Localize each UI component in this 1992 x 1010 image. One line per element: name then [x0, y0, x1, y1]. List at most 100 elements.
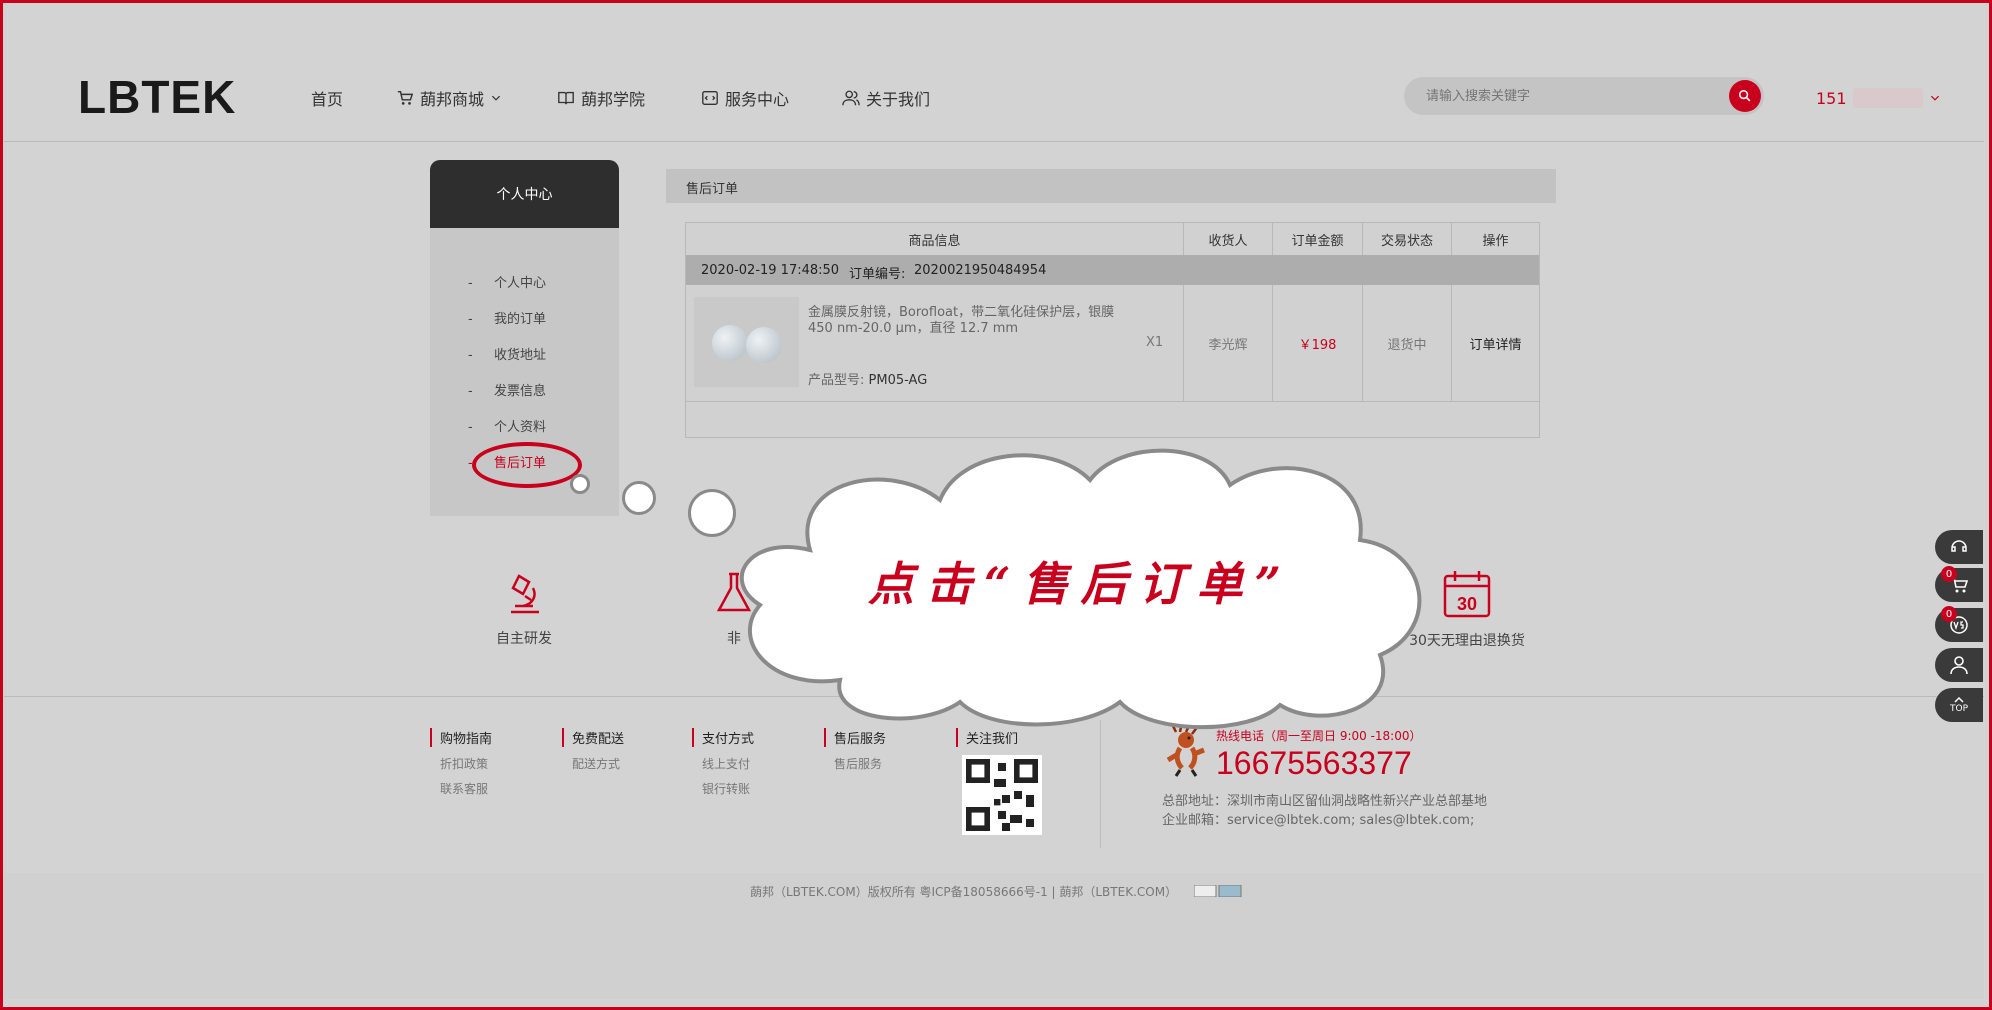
- copyright-bar: 蓢邦（LBTEK.COM）版权所有 粤ICP备18058666号-1 | 蓢邦（…: [4, 873, 1984, 999]
- chevron-down-icon: [491, 95, 501, 101]
- nav-service-label: 服务中心: [725, 90, 790, 109]
- sidebar-item-address[interactable]: - 收货地址: [468, 344, 546, 363]
- customer-service-button[interactable]: [1935, 530, 1983, 564]
- sidebar-item-orders[interactable]: - 我的订单: [468, 308, 546, 327]
- highlight-circle: [472, 442, 582, 488]
- dash-marker: -: [468, 348, 473, 363]
- footer-link[interactable]: 线上支付: [692, 755, 754, 772]
- product-image-shape: [712, 325, 748, 361]
- footer-col-title: 支付方式: [692, 728, 754, 747]
- order-detail-link[interactable]: 订单详情: [1452, 285, 1539, 401]
- sidebar-item-account[interactable]: - 个人中心: [468, 272, 546, 291]
- cart-button[interactable]: 0: [1935, 566, 1983, 602]
- nav-shop[interactable]: 蓢邦商城: [396, 86, 502, 110]
- compare-button[interactable]: 0: [1935, 606, 1983, 642]
- sidebar-item-label: 收货地址: [494, 348, 547, 363]
- nav-home[interactable]: 首页: [311, 86, 343, 110]
- sidebar-item-profile[interactable]: - 个人资料: [468, 416, 546, 435]
- microscope-icon: [511, 574, 539, 614]
- footer-col-title: 免费配送: [562, 728, 624, 747]
- account-button[interactable]: [1935, 648, 1983, 682]
- nav-academy[interactable]: 蓢邦学院: [557, 86, 645, 110]
- address-line: 总部地址：深圳市南山区留仙洞战略性新兴产业总部基地: [1162, 794, 1488, 809]
- calendar-day: 30: [1457, 594, 1477, 614]
- feature-rd: 自主研发: [474, 568, 574, 648]
- footer-col-payment: 支付方式 线上支付 银行转账: [692, 728, 754, 805]
- section-header: 售后订单: [666, 169, 1556, 203]
- nav-home-label: 首页: [311, 90, 344, 109]
- footer-divider: [1100, 720, 1101, 848]
- receiver-cell: 李光辉: [1184, 285, 1273, 401]
- back-to-top-button[interactable]: TOP: [1935, 688, 1983, 722]
- hotline-number[interactable]: 16675563377: [1216, 745, 1412, 782]
- nav-about-label: 关于我们: [866, 90, 931, 109]
- footer-col-title: 售后服务: [824, 728, 886, 747]
- col-status: 交易状态: [1363, 223, 1452, 255]
- nav-academy-label: 蓢邦学院: [581, 90, 646, 109]
- user-menu[interactable]: 151: [1816, 88, 1941, 108]
- product-thumbnail[interactable]: [694, 297, 799, 387]
- product-quantity: X1: [1146, 335, 1164, 350]
- footer-link[interactable]: 配送方式: [562, 755, 624, 772]
- search-box: [1404, 77, 1764, 115]
- sidebar-item-label: 个人资料: [494, 420, 547, 435]
- order-number: 2020021950484954: [914, 263, 1047, 278]
- product-cell: 金属膜反射镜，Borofloat，带二氧化硅保护层，银膜 450 nm-20.0…: [686, 285, 1184, 401]
- cart-icon: [397, 90, 414, 105]
- search-input[interactable]: [1424, 87, 1708, 104]
- qr-code-icon[interactable]: [962, 755, 1042, 835]
- user-icon: [1950, 656, 1968, 675]
- callout-bubble: [622, 481, 656, 515]
- col-action: 操作: [1482, 233, 1509, 249]
- sidebar-item-label: 个人中心: [494, 276, 547, 291]
- footer-link[interactable]: 售后服务: [824, 755, 886, 772]
- nav-service[interactable]: 服务中心: [701, 86, 789, 110]
- sidebar-item-invoice[interactable]: - 发票信息: [468, 380, 546, 399]
- order-header: 2020-02-19 17:48:50 订单编号: 20200219504849…: [686, 255, 1539, 285]
- chevron-down-icon: [1930, 95, 1939, 101]
- page-title: 售后订单: [686, 182, 739, 197]
- order-datetime: 2020-02-19 17:48:50: [701, 263, 840, 278]
- copyright-text: 蓢邦（LBTEK.COM）版权所有 粤ICP备18058666号-1 | 蓢邦（…: [750, 885, 1178, 899]
- amount-cell: ￥198: [1273, 285, 1363, 401]
- dash-marker: -: [468, 420, 473, 435]
- search-button[interactable]: [1729, 80, 1761, 112]
- top-label: TOP: [1949, 704, 1968, 714]
- status-cell: 退货中: [1363, 285, 1452, 401]
- cnzz-badge-icon[interactable]: [1194, 885, 1242, 897]
- service-icon: [702, 91, 718, 105]
- chevron-up-icon: [1954, 696, 1964, 703]
- nav-about[interactable]: 关于我们: [842, 86, 930, 110]
- footer-col-delivery: 免费配送 配送方式: [562, 728, 624, 780]
- footer-col-guide: 购物指南 折扣政策 联系客服: [430, 728, 492, 805]
- model-label: 产品型号:: [808, 373, 865, 388]
- orders-table: 商品信息 收货人 订单金额 交易状态 操作 2020-02-19 17:48:5…: [685, 222, 1540, 438]
- site-header: LBTEK 首页 蓢邦商城 蓢邦学院 服务中心 关于我们 151: [4, 4, 1984, 142]
- footer-col-aftersales: 售后服务 售后服务: [824, 728, 886, 780]
- user-phone: 151: [1816, 88, 1847, 108]
- footer-link[interactable]: 折扣政策: [430, 755, 492, 772]
- col-amount: 订单金额: [1273, 223, 1363, 255]
- sidebar-title: 个人中心: [430, 160, 619, 228]
- sidebar-item-label: 我的订单: [494, 312, 547, 327]
- compare-badge: 0: [1941, 606, 1957, 622]
- user-phone-redacted: [1852, 88, 1923, 108]
- footer-link[interactable]: 银行转账: [692, 780, 754, 797]
- site-logo[interactable]: LBTEK: [78, 70, 236, 124]
- table-row: 金属膜反射镜，Borofloat，带二氧化硅保护层，银膜 450 nm-20.0…: [686, 285, 1539, 402]
- footer-col-title: 购物指南: [430, 728, 492, 747]
- calendar-30-icon: 30: [1443, 571, 1491, 618]
- footer-col-follow: 关注我们: [956, 728, 1042, 839]
- footer-link[interactable]: 联系客服: [430, 780, 492, 797]
- footer-col-title: 关注我们: [956, 728, 1042, 747]
- book-icon: [558, 91, 574, 105]
- cart-badge: 0: [1941, 566, 1957, 582]
- col-receiver: 收货人: [1184, 223, 1273, 255]
- callout-text: 点击“售后订单”: [868, 557, 1293, 611]
- callout-bubble: [570, 474, 590, 494]
- model-value: PM05-AG: [868, 373, 928, 388]
- product-description[interactable]: 金属膜反射镜，Borofloat，带二氧化硅保护层，银膜 450 nm-20.0…: [808, 305, 1128, 337]
- email-line[interactable]: 企业邮箱：service@lbtek.com; sales@lbtek.com;: [1162, 811, 1487, 830]
- company-address: 总部地址：深圳市南山区留仙洞战略性新兴产业总部基地 企业邮箱：service@l…: [1162, 792, 1487, 830]
- headset-icon: [1951, 540, 1967, 552]
